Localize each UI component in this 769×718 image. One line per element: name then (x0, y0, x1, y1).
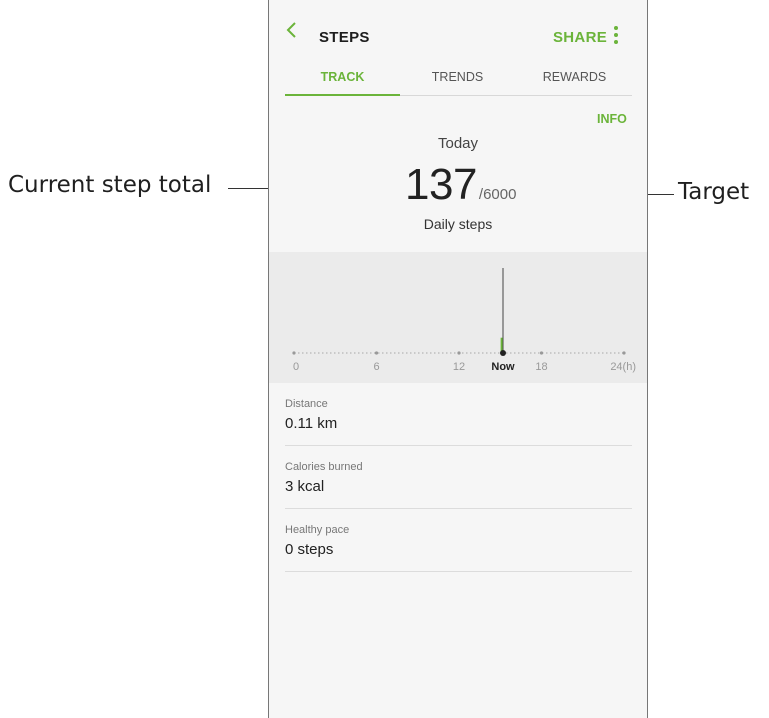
stat-label: Healthy pace (285, 524, 350, 536)
timeline-tick-label: 18 (535, 361, 547, 373)
back-arrow-icon[interactable] (286, 22, 298, 38)
timeline-tick-dot (374, 351, 379, 355)
share-button[interactable]: SHARE (553, 29, 607, 46)
timeline-tick-dot (292, 351, 296, 355)
more-options-icon[interactable] (612, 26, 620, 46)
daily-steps-caption: Daily steps (423, 216, 493, 232)
page-title: STEPS (319, 29, 370, 46)
step-target: /6000 (478, 186, 517, 203)
period-label: Today (437, 135, 479, 152)
timeline-tick-dot (457, 351, 461, 355)
active-tab-indicator (285, 94, 400, 96)
tab-track[interactable]: TRACK (285, 70, 400, 84)
stat-label: Calories burned (285, 461, 363, 473)
tab-rewards[interactable]: REWARDS (517, 70, 632, 84)
stat-value: 0.11 km (285, 415, 338, 432)
callout-current-step-total: Current step total (8, 172, 212, 198)
tab-divider (400, 95, 632, 96)
now-marker-dot (500, 350, 506, 356)
tab-trends[interactable]: TRENDS (400, 70, 515, 84)
callout-target: Target (678, 179, 750, 205)
stat-value: 0 steps (285, 541, 334, 558)
timeline-tick-dot (539, 351, 544, 355)
stat-label: Distance (285, 398, 328, 410)
current-step-total: 137 (405, 160, 477, 209)
timeline-tick-label: 0 (293, 361, 299, 373)
timeline-now-label: Now (491, 361, 515, 373)
step-count-row: 137/6000 (405, 160, 516, 210)
timeline-svg: 0 6 12 Now 18 24(h) (292, 268, 636, 373)
stats-list: Distance 0.11 km Calories burned 3 kcal … (285, 383, 632, 572)
timeline-tick-dot (622, 351, 626, 355)
info-button[interactable]: INFO (597, 112, 627, 126)
stat-healthy-pace: Healthy pace 0 steps (285, 509, 632, 572)
stat-calories: Calories burned 3 kcal (285, 446, 632, 509)
timeline-tick-label: 6 (373, 361, 379, 373)
stat-distance: Distance 0.11 km (285, 383, 632, 446)
tab-bar: TRACK TRENDS REWARDS (285, 66, 632, 96)
timeline-tick-label: 12 (453, 361, 465, 373)
phone-screen: STEPS SHARE TRACK TRENDS REWARDS INFO To… (268, 0, 648, 718)
timeline-tick-label: 24(h) (610, 361, 636, 373)
steps-timeline-chart: 0 6 12 Now 18 24(h) (269, 252, 647, 383)
stat-value: 3 kcal (285, 478, 325, 495)
